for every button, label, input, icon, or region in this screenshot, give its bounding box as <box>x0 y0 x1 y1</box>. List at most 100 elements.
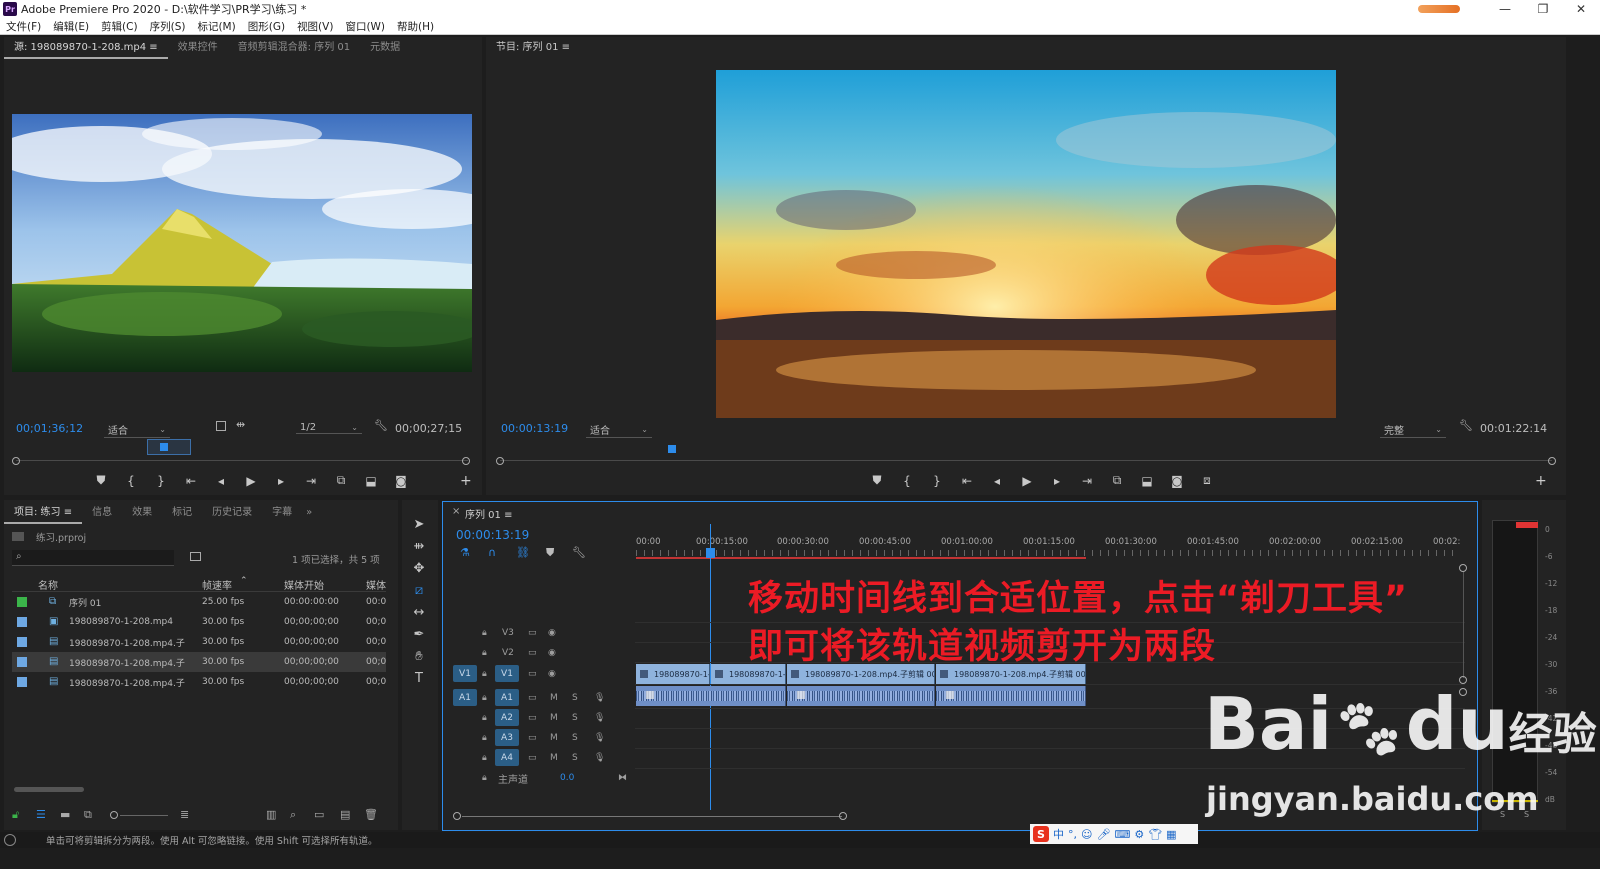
mute-button[interactable]: M <box>550 753 558 763</box>
add-button-icon[interactable]: + <box>460 473 472 489</box>
tab-program[interactable]: 节目: 序列 01 ≡ <box>486 37 580 59</box>
program-time-ruler[interactable] <box>500 460 1552 461</box>
project-horizontal-scrollbar[interactable] <box>14 787 84 792</box>
grid-menu-icon[interactable]: ▦ <box>1166 828 1176 841</box>
zoom-slider-handle[interactable] <box>110 811 118 819</box>
lock-icon[interactable]: 🔒︎ <box>482 628 487 638</box>
hand-tool-icon[interactable]: ✋︎ <box>410 648 428 666</box>
lock-icon[interactable]: 🔒︎ <box>482 753 487 763</box>
step-forward-icon[interactable]: ▸ <box>274 474 288 488</box>
new-item-icon[interactable]: ▤ <box>340 808 350 821</box>
play-icon[interactable]: ▶ <box>244 474 258 488</box>
sync-lock-icon[interactable]: ▭ <box>528 693 537 703</box>
nest-sequence-icon[interactable]: ⚗ <box>460 546 470 559</box>
insert-icon[interactable]: ⧉ <box>334 473 348 488</box>
program-current-timecode[interactable]: 00:00:13:19 <box>501 422 568 435</box>
program-zoom-handle-right[interactable] <box>1548 457 1556 465</box>
tab-audio-clip-mixer[interactable]: 音频剪辑混合器: 序列 01 <box>228 37 360 59</box>
program-zoom-handle-left[interactable] <box>496 457 504 465</box>
label-color-swatch[interactable] <box>17 597 27 607</box>
program-fit-dropdown[interactable]: 适合 ⌄ <box>586 422 652 438</box>
label-color-swatch[interactable] <box>17 637 27 647</box>
emoji-icon[interactable]: ☺ <box>1081 828 1092 841</box>
add-marker-icon[interactable]: ⛊ <box>94 473 108 488</box>
timeline-zoom-handle-right[interactable] <box>839 812 847 820</box>
go-to-end-icon[interactable]: ⧓ <box>618 773 627 783</box>
mute-button[interactable]: M <box>550 713 558 723</box>
audio-clip[interactable] <box>636 686 786 706</box>
add-button-icon[interactable]: + <box>1535 473 1547 489</box>
safe-margins-icon[interactable] <box>216 421 226 431</box>
label-color-swatch[interactable] <box>17 617 27 627</box>
source-resolution-dropdown[interactable]: 1/2 ⌄ <box>296 422 362 434</box>
lock-icon[interactable]: 🔒︎ <box>482 733 487 743</box>
new-bin-from-search-icon[interactable] <box>190 552 201 561</box>
timeline-ruler[interactable]: 00:00 00:00:15:00 00:00:30:00 00:00:45:0… <box>636 534 1466 560</box>
sync-lock-icon[interactable]: ▭ <box>528 753 537 763</box>
eye-icon[interactable]: ◉ <box>548 628 556 638</box>
project-search-input[interactable] <box>12 550 174 566</box>
mark-in-icon[interactable]: { <box>900 474 914 488</box>
go-to-in-icon[interactable]: ⇤ <box>184 474 198 488</box>
freeform-view-icon[interactable]: ⧉ <box>84 808 92 822</box>
zoom-slider-track[interactable] <box>120 815 168 816</box>
timeline-zoom-handle-left[interactable] <box>453 812 461 820</box>
track-target-a1[interactable]: A1 <box>495 689 519 706</box>
source-zoom-handle-right[interactable] <box>462 457 470 465</box>
mute-button[interactable]: M <box>550 693 558 703</box>
find-icon[interactable]: ⌕ <box>290 808 296 822</box>
eye-icon[interactable]: ◉ <box>548 669 556 679</box>
source-time-ruler[interactable] <box>16 460 468 461</box>
project-item-row-selected[interactable]: ▤ 198089870-1-208.mp4.子 30.00 fps 00;00;… <box>12 652 386 672</box>
sync-lock-icon[interactable]: ▭ <box>528 713 537 723</box>
selection-tool-icon[interactable]: ➤ <box>410 516 428 534</box>
close-button[interactable]: ✕ <box>1562 2 1600 16</box>
track-target-v1[interactable]: V1 <box>495 665 519 682</box>
tab-overflow[interactable]: » <box>302 502 316 524</box>
linked-selection-icon[interactable]: ⛓ <box>516 546 530 559</box>
timeline-current-timecode[interactable]: 00:00:13:19 <box>456 528 529 542</box>
track-target-a3[interactable]: A3 <box>495 729 519 746</box>
work-area-bar[interactable] <box>636 557 1086 559</box>
project-item-row[interactable]: ▤ 198089870-1-208.mp4.子 30.00 fps 00;00;… <box>12 672 386 692</box>
timeline-tab[interactable]: 序列 01 ≡ <box>465 506 512 521</box>
column-name[interactable]: 名称 <box>38 577 58 592</box>
tab-effects[interactable]: 效果 <box>122 502 162 524</box>
camera-icon[interactable]: ◙ <box>1170 474 1184 488</box>
lock-icon[interactable]: 🔓︎ <box>12 808 19 822</box>
tab-info[interactable]: 信息 <box>82 502 122 524</box>
lock-icon[interactable]: 🔒︎ <box>482 713 487 723</box>
restore-button[interactable]: ❐ <box>1524 2 1562 16</box>
eye-icon[interactable]: ◉ <box>548 648 556 658</box>
source-playhead[interactable] <box>160 443 168 451</box>
ime-language[interactable]: 中 <box>1053 826 1064 842</box>
mark-out-icon[interactable]: } <box>154 474 168 488</box>
timeline-horizontal-scrollbar[interactable] <box>462 816 842 817</box>
menu-sequence[interactable]: 序列(S) <box>144 19 192 34</box>
source-current-timecode[interactable]: 00;01;36;12 <box>16 422 83 435</box>
slip-tool-icon[interactable]: ↔ <box>410 604 428 622</box>
track-select-tool-icon[interactable]: ⇻ <box>410 538 428 556</box>
label-color-swatch[interactable] <box>17 677 27 687</box>
source-video-frame[interactable] <box>12 114 472 372</box>
step-back-icon[interactable]: ◂ <box>990 474 1004 488</box>
play-icon[interactable]: ▶ <box>1020 474 1034 488</box>
solo-button[interactable]: S <box>572 733 578 743</box>
icon-view-icon[interactable]: ▬ <box>60 808 70 821</box>
microphone-icon[interactable]: 🎙︎ <box>594 693 605 703</box>
sogou-logo-icon[interactable]: S <box>1033 826 1049 842</box>
go-to-out-icon[interactable]: ⇥ <box>1080 474 1094 488</box>
program-playhead[interactable] <box>668 445 676 453</box>
pen-tool-icon[interactable]: ✒ <box>410 626 428 644</box>
column-media-start[interactable]: 媒体开始 <box>284 577 324 592</box>
solo-button[interactable]: S <box>572 753 578 763</box>
vertical-scroll-track[interactable] <box>1463 572 1464 678</box>
go-to-out-icon[interactable]: ⇥ <box>304 474 318 488</box>
vertical-zoom-handle[interactable] <box>1459 564 1467 572</box>
compare-view-icon[interactable]: ⧈ <box>1200 473 1214 488</box>
lock-icon[interactable]: 🔒︎ <box>482 669 487 679</box>
sync-lock-icon[interactable]: ▭ <box>528 669 537 679</box>
menu-clip[interactable]: 剪辑(C) <box>95 19 144 34</box>
sync-lock-icon[interactable]: ▭ <box>528 628 537 638</box>
drag-video-icon[interactable]: ⇹ <box>236 418 245 431</box>
